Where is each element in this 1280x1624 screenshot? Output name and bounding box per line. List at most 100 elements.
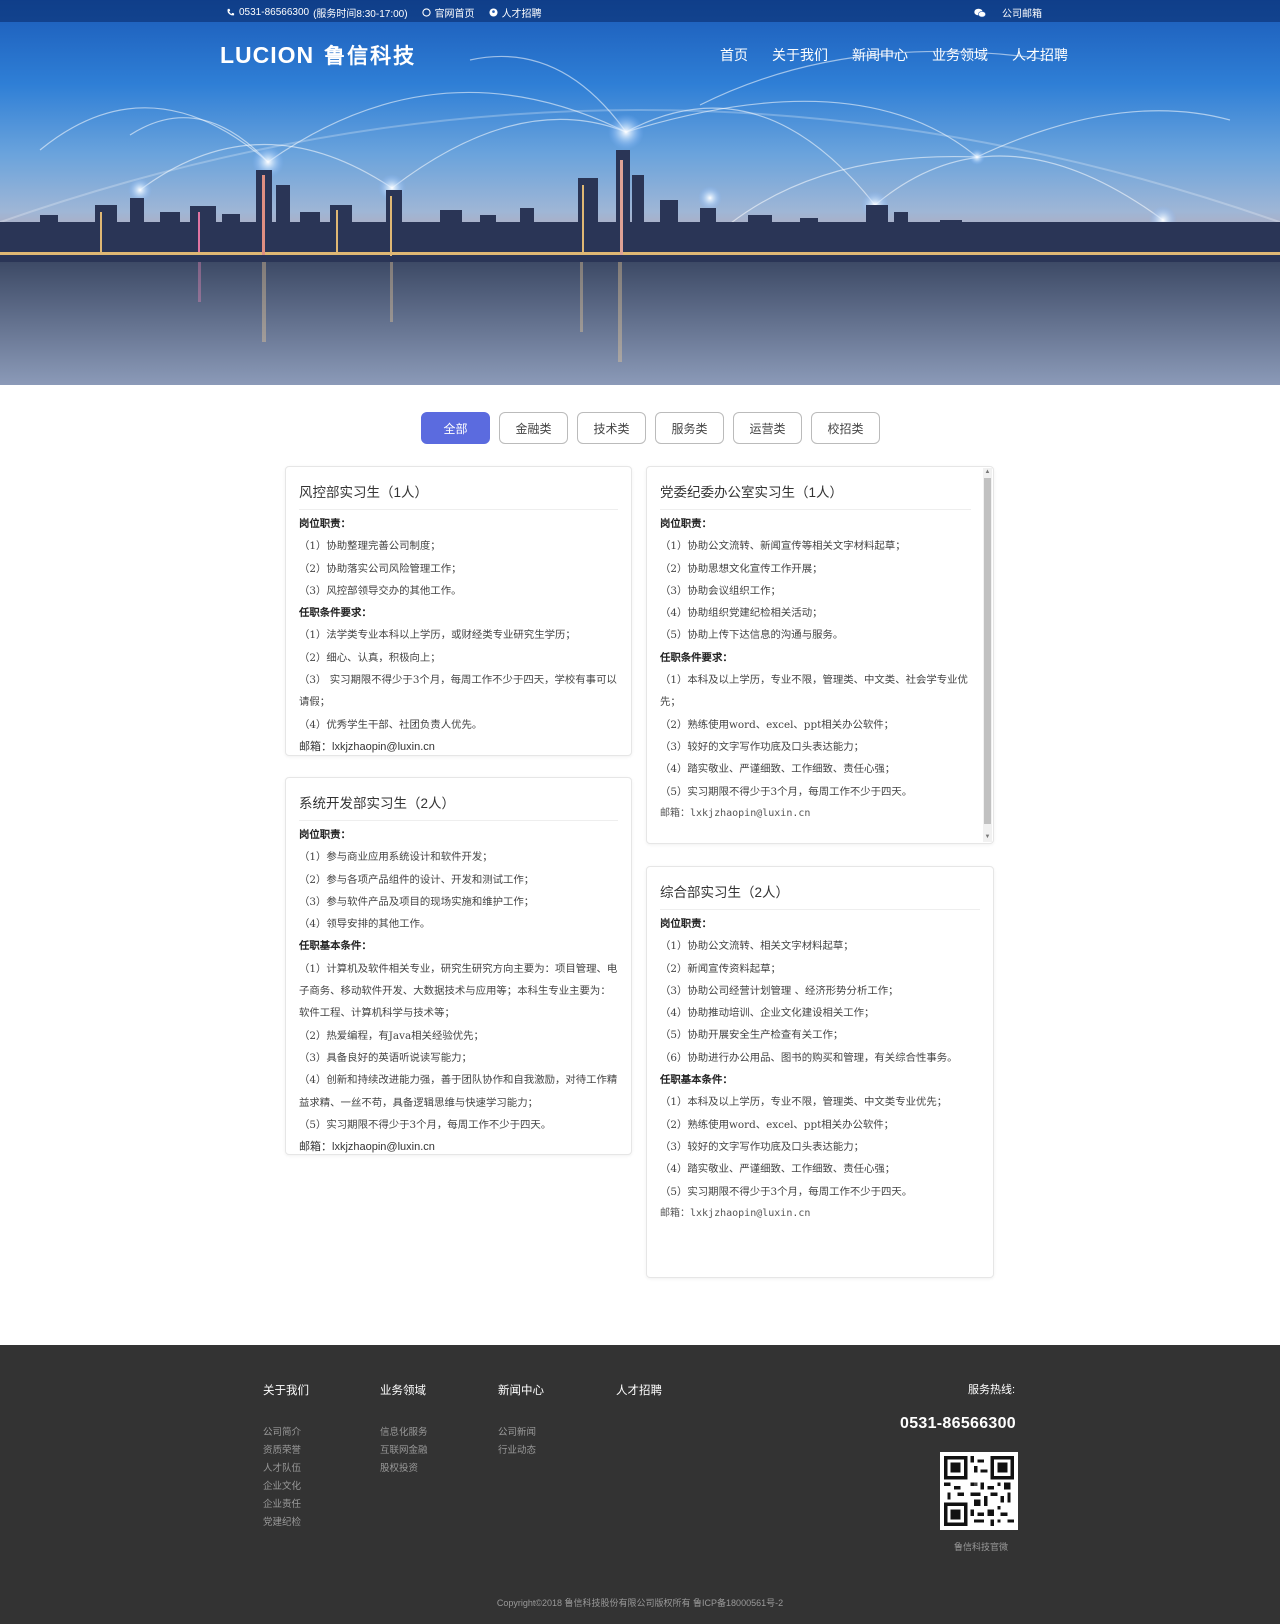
contact-email: 邮箱：lxkjzhaopin@luxin.cn [299, 740, 435, 753]
footer-link[interactable]: 公司简介 [263, 1424, 309, 1442]
requirement-item: （5）实习期限不得少于3个月，每周工作不少于四天。 [660, 785, 913, 798]
contact-email: 邮箱：lxkjzhaopin@luxin.cn [660, 807, 811, 819]
duty-item: （4）协助组织党建纪检相关活动； [660, 607, 823, 620]
requirement-item: （2）熟练使用word、excel、ppt相关办公软件； [660, 718, 895, 731]
footer-column-about: 关于我们 公司简介 资质荣誉 人才队伍 企业文化 企业责任 党建纪检 [263, 1382, 309, 1532]
requirement-item: （4）创新和持续改进能力强，善于团队协作和自我激励，对待工作精益求精、一丝不苟，… [299, 1074, 618, 1109]
wechat-icon[interactable] [974, 8, 986, 18]
site-logo[interactable]: LUCION 鲁信科技 [220, 40, 416, 70]
requirement-item: （2）热爱编程，有Java相关经验优先； [299, 1029, 484, 1042]
requirement-item: （5）实习期限不得少于3个月，每周工作不少于四天。 [660, 1185, 913, 1198]
tab-campus[interactable]: 校招类 [811, 412, 880, 444]
nav-item-home[interactable]: 首页 [720, 45, 748, 65]
section-heading: 任职条件要求： [660, 651, 733, 664]
job-card-system-dev: 系统开发部实习生（2人） 岗位职责： （1）参与商业应用系统设计和软件开发； （… [285, 777, 632, 1155]
footer-column-news: 新闻中心 公司新闻 行业动态 [498, 1382, 544, 1460]
qr-caption: 鲁信科技官微 [954, 1542, 1009, 1552]
job-description: 岗位职责： （1）协助整理完善公司制度； （2）协助落实公司风险管理工作； （3… [299, 513, 618, 755]
tab-finance[interactable]: 金融类 [499, 412, 568, 444]
duty-item: （6）协助进行办公用品、图书的购买和管理，有关综合性事务。 [660, 1051, 958, 1064]
section-heading: 岗位职责： [299, 518, 351, 530]
footer-link[interactable]: 股权投资 [380, 1460, 428, 1478]
topbar-phone: 0531-86566300 [239, 7, 310, 18]
duty-item: （3）协助公司经营计划管理 、经济形势分析工作； [660, 984, 899, 997]
requirement-item: （3）具备良好的英语听说读写能力； [299, 1051, 472, 1064]
footer-link[interactable]: 信息化服务 [380, 1424, 428, 1442]
job-description: 岗位职责： （1）协助公文流转、相关文字材料起草； （2）新闻宣传资料起草； （… [660, 913, 987, 1225]
footer-column-heading[interactable]: 新闻中心 [498, 1382, 544, 1398]
job-title: 综合部实习生（2人） [660, 885, 790, 900]
footer-link[interactable]: 行业动态 [498, 1442, 544, 1460]
copyright-text: Copyright©2018 鲁信科技股份有限公司版权所有 鲁ICP备18000… [496, 1598, 784, 1608]
card-scrollbar[interactable]: ▲ ▼ [983, 468, 992, 842]
footer-link[interactable]: 公司新闻 [498, 1424, 544, 1442]
job-card-risk-control: 风控部实习生（1人） 岗位职责： （1）协助整理完善公司制度； （2）协助落实公… [285, 466, 632, 756]
job-title: 党委纪委办公室实习生（1人） [660, 485, 844, 500]
duty-item: （4）协助推动培训、企业文化建设相关工作； [660, 1007, 875, 1020]
topbar-service-hours: (服务时间8:30-17:00) [313, 9, 408, 20]
requirement-item: （4）踏实敬业、严谨细致、工作细致、责任心强； [660, 763, 896, 776]
person-icon [489, 8, 498, 17]
footer-column-heading[interactable]: 关于我们 [263, 1382, 309, 1398]
divider [660, 509, 971, 510]
requirement-item: （2）熟练使用word、excel、ppt相关办公软件； [660, 1118, 895, 1131]
job-description: 岗位职责： （1）协助公文流转、新闻宣传等相关文字材料起草； （2）协助思想文化… [660, 513, 971, 825]
footer-link[interactable]: 人才队伍 [263, 1460, 309, 1478]
scrollbar-thumb[interactable] [984, 478, 991, 824]
duty-item: （4）领导安排的其他工作。 [299, 918, 431, 931]
tab-operations[interactable]: 运营类 [733, 412, 802, 444]
tab-all[interactable]: 全部 [421, 412, 490, 444]
nav-item-business[interactable]: 业务领域 [932, 45, 988, 65]
requirement-item: （1）法学类专业本科以上学历，或财经类专业研究生学历； [299, 629, 576, 642]
job-category-tabs: 全部 金融类 技术类 服务类 运营类 校招类 [421, 412, 880, 444]
topbar-mail-link[interactable]: 公司邮箱 [1002, 5, 1042, 20]
tab-tech[interactable]: 技术类 [577, 412, 646, 444]
wechat-qr-code [940, 1452, 1018, 1530]
site-footer: 关于我们 公司简介 资质荣誉 人才队伍 企业文化 企业责任 党建纪检 业务领域 … [0, 1345, 1280, 1624]
job-card-general-affairs: 综合部实习生（2人） 岗位职责： （1）协助公文流转、相关文字材料起草； （2）… [646, 866, 994, 1278]
section-heading: 岗位职责： [299, 829, 351, 841]
duty-item: （2）新闻宣传资料起草； [660, 962, 781, 975]
logo-english: LUCION [220, 41, 315, 68]
qr-code-icon [944, 1456, 1014, 1526]
duty-item: （5）协助开展安全生产检查有关工作； [660, 1029, 844, 1042]
duty-item: （3）风控部领导交办的其他工作。 [299, 584, 462, 597]
section-heading: 岗位职责： [660, 518, 712, 530]
scroll-up-arrow-icon[interactable]: ▲ [983, 468, 992, 477]
requirement-item: （1）本科及以上学历，专业不限，管理类、中文类专业优先； [660, 1096, 948, 1109]
footer-link[interactable]: 企业责任 [263, 1496, 309, 1514]
footer-link[interactable]: 互联网金融 [380, 1442, 428, 1460]
divider [299, 820, 618, 821]
divider [660, 909, 980, 910]
nav-item-about[interactable]: 关于我们 [772, 45, 828, 65]
requirement-item: （2）细心、认真，积极向上； [299, 651, 441, 664]
topbar-jobs-label: 人才招聘 [501, 9, 542, 20]
section-heading: 任职基本条件： [660, 1074, 733, 1087]
topbar-home-label: 官网首页 [434, 9, 475, 20]
section-heading: 任职基本条件： [299, 940, 372, 953]
topbar-home-link[interactable]: 官网首页 [421, 5, 475, 20]
nav-item-news[interactable]: 新闻中心 [852, 45, 908, 65]
nav-item-careers[interactable]: 人才招聘 [1012, 45, 1068, 65]
footer-column-heading[interactable]: 人才招聘 [616, 1382, 662, 1398]
scroll-down-arrow-icon[interactable]: ▼ [983, 833, 992, 842]
tab-service[interactable]: 服务类 [655, 412, 724, 444]
job-description: 岗位职责： （1）参与商业应用系统设计和软件开发； （2）参与各项产品组件的设计… [299, 824, 618, 1154]
job-card-party-office: 党委纪委办公室实习生（1人） 岗位职责： （1）协助公文流转、新闻宣传等相关文字… [646, 466, 994, 844]
city-skyline-image [0, 50, 1280, 385]
requirement-item: （5）实习期限不得少于3个月，每周工作不少于四天。 [299, 1118, 552, 1131]
main-nav: 首页 关于我们 新闻中心 业务领域 人才招聘 [720, 45, 1068, 65]
footer-link[interactable]: 党建纪检 [263, 1514, 309, 1532]
footer-link[interactable]: 资质荣誉 [263, 1442, 309, 1460]
top-info-bar: 0531-86566300 (服务时间8:30-17:00) 官网首页 人才招聘… [0, 0, 1280, 22]
globe-icon [421, 8, 431, 17]
requirement-item: （4）优秀学生干部、社团负责人优先。 [299, 718, 483, 731]
duty-item: （2）协助落实公司风险管理工作； [299, 562, 462, 575]
footer-column-heading[interactable]: 业务领域 [380, 1382, 428, 1398]
section-heading: 岗位职责： [660, 918, 712, 930]
phone-icon [227, 8, 235, 16]
duty-item: （1）协助公文流转、相关文字材料起草； [660, 940, 854, 953]
hotline-number: 0531-86566300 [900, 1415, 1017, 1432]
topbar-jobs-link[interactable]: 人才招聘 [489, 5, 542, 20]
footer-link[interactable]: 企业文化 [263, 1478, 309, 1496]
